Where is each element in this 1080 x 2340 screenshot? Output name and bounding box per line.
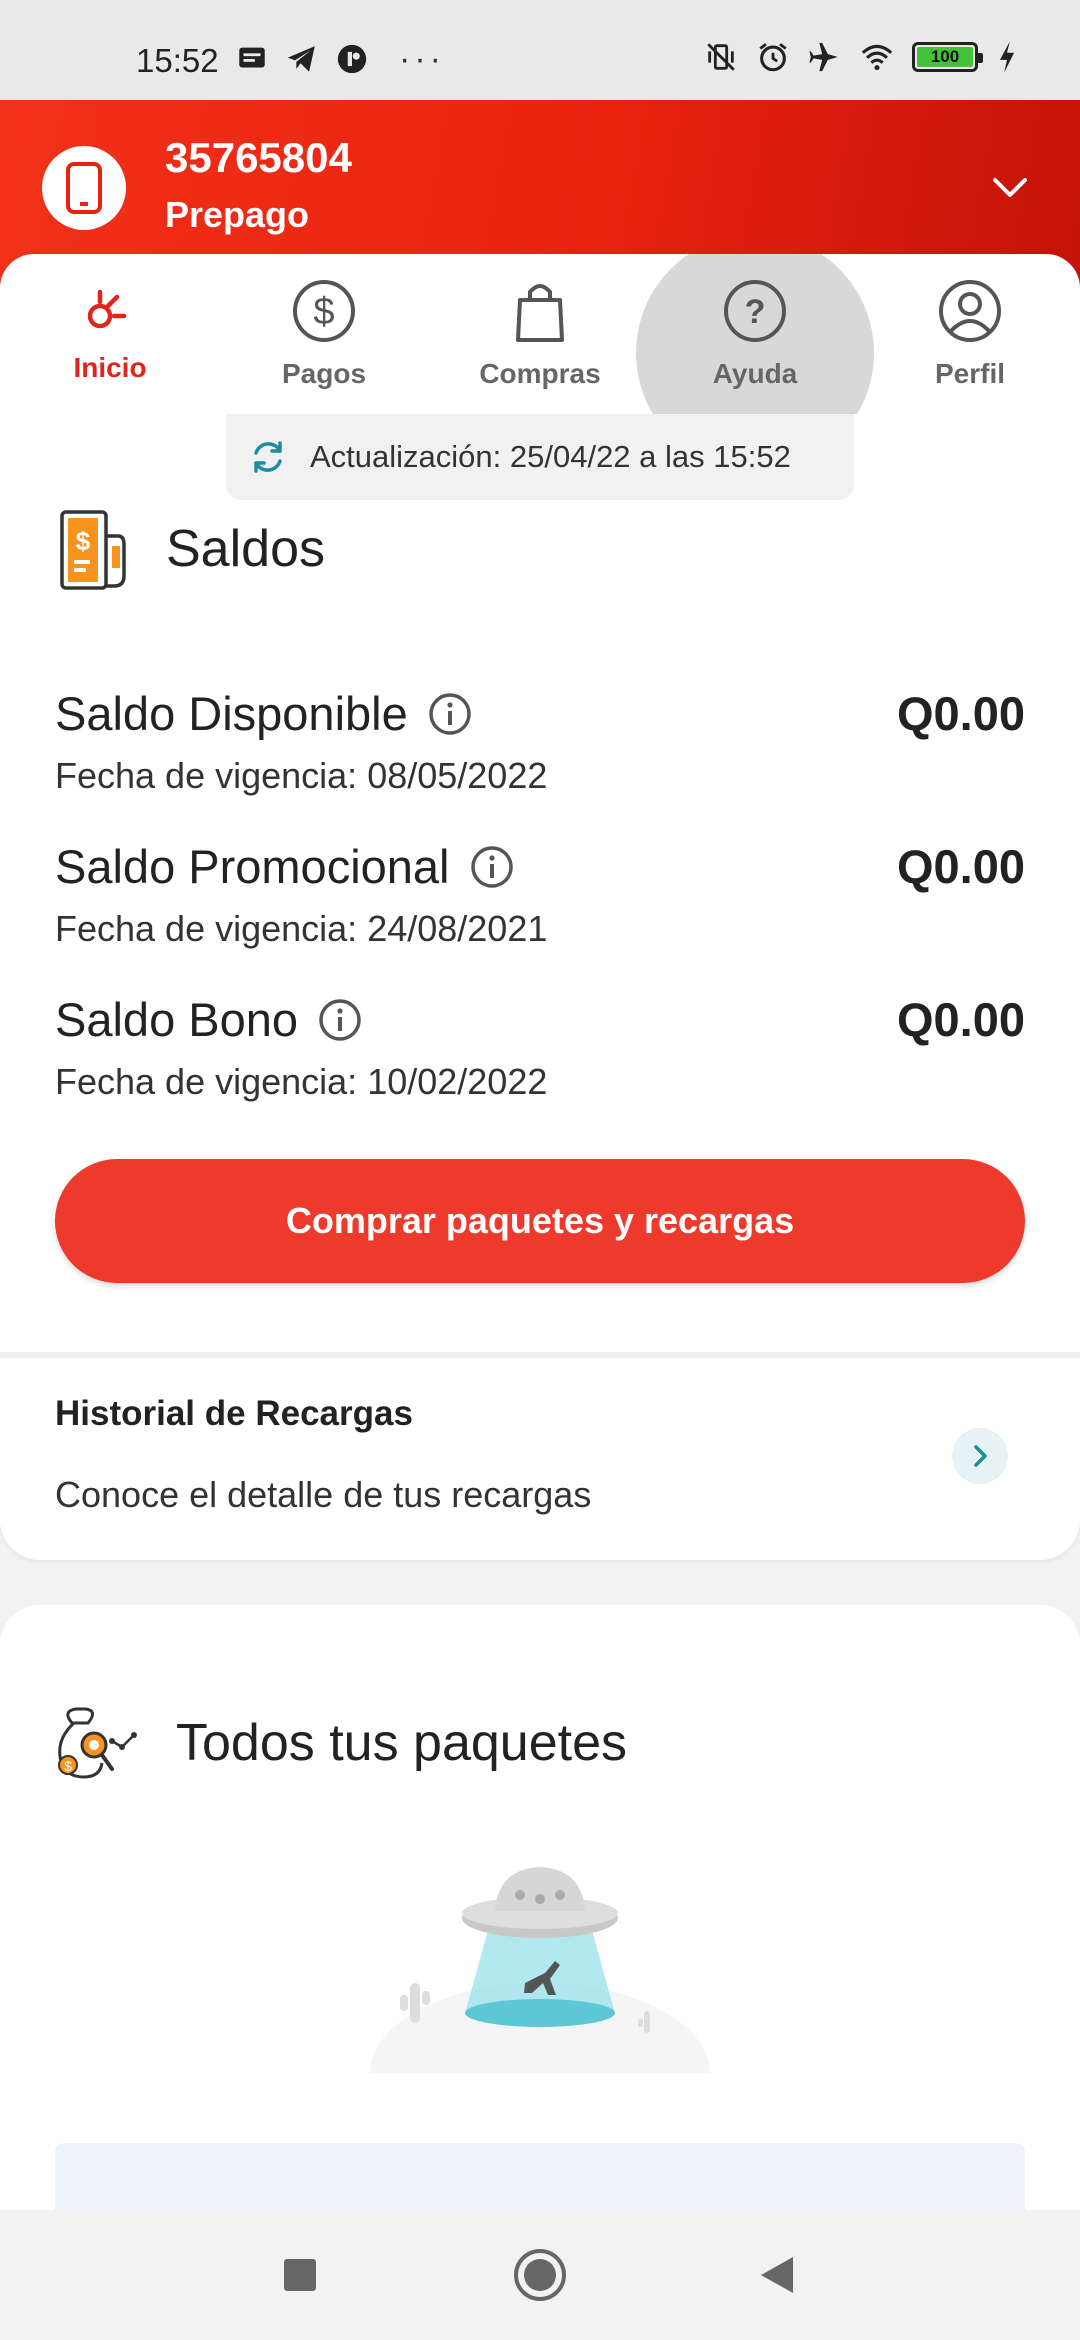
balance-expiry: Fecha de vigencia: 24/08/2021	[55, 908, 548, 949]
charging-icon	[999, 41, 1015, 73]
buy-packages-button[interactable]: Comprar paquetes y recargas	[55, 1159, 1025, 1283]
svg-text:?: ?	[745, 293, 766, 331]
info-icon[interactable]	[428, 692, 472, 736]
balance-name: Saldo Promocional	[55, 840, 450, 893]
tab-label: Compras	[479, 358, 601, 389]
tab-pagos[interactable]: $ Pagos	[216, 254, 432, 414]
app-icon	[337, 44, 367, 74]
svg-text:$: $	[76, 526, 91, 556]
mobile-phone-icon	[66, 162, 102, 214]
last-update-pill[interactable]: Actualización: 25/04/22 a las 15:52	[226, 414, 854, 500]
shopping-bag-icon	[516, 284, 564, 342]
battery-icon: 100	[912, 42, 983, 72]
phone-number: 35765804	[165, 134, 352, 181]
help-circle-icon: ?	[724, 280, 786, 342]
main-tab-bar: Inicio $ Pagos Compras ? Ayuda Perfil	[0, 254, 1080, 414]
battery-level: 100	[917, 47, 973, 67]
dollar-circle-icon: $	[293, 280, 355, 342]
section-divider	[0, 1352, 1080, 1358]
balance-name: Saldo Bono	[55, 993, 299, 1046]
tab-ayuda[interactable]: ? Ayuda	[647, 254, 863, 414]
back-button[interactable]	[742, 2240, 812, 2310]
chevron-down-icon[interactable]	[980, 158, 1040, 218]
wifi-icon	[861, 44, 893, 71]
saldos-heading: $ Saldos	[54, 506, 325, 592]
ufo-empty-state-illustration	[370, 1867, 710, 2073]
message-icon	[239, 47, 265, 68]
balance-name: Saldo Disponible	[55, 687, 408, 740]
circle-icon	[514, 2249, 566, 2301]
saldos-title: Saldos	[166, 520, 325, 578]
square-icon	[284, 2259, 316, 2291]
plan-type: Prepago	[165, 194, 310, 235]
balance-amount: Q0.00	[896, 993, 1025, 1046]
balance-row-promocional: Saldo Promocional Fecha de vigencia: 24/…	[55, 839, 1025, 950]
telegram-icon	[287, 46, 315, 72]
airplane-icon	[809, 42, 838, 72]
status-time: 15:52	[136, 42, 219, 79]
tab-compras[interactable]: Compras	[432, 254, 648, 414]
info-icon[interactable]	[470, 845, 514, 889]
tab-label: Perfil	[934, 358, 1006, 389]
svg-text:$: $	[64, 1758, 72, 1774]
tab-label: Pagos	[281, 358, 367, 389]
vibrate-off-icon	[707, 43, 735, 71]
home-analytics-icon	[87, 289, 127, 329]
balance-row-disponible: Saldo Disponible Fecha de vigencia: 08/0…	[55, 686, 1025, 797]
balance-row-bono: Saldo Bono Fecha de vigencia: 10/02/2022…	[55, 992, 1025, 1103]
money-bag-search-icon: $	[58, 1707, 137, 1779]
packages-title: Todos tus paquetes	[176, 1714, 627, 1772]
user-profile-icon	[939, 280, 1001, 342]
history-subtitle[interactable]: Conoce el detalle de tus recargas	[55, 1474, 591, 1516]
tab-label: Inicio	[73, 352, 147, 383]
packages-heading: $ Todos tus paquetes	[54, 1705, 627, 1781]
more-notifications-icon: ···	[399, 40, 445, 78]
status-bar: 15:52 ··· 100	[0, 0, 1080, 100]
recents-button[interactable]	[265, 2240, 335, 2310]
history-title[interactable]: Historial de Recargas	[55, 1394, 413, 1434]
system-nav-bar	[0, 2210, 1080, 2340]
refresh-icon	[254, 441, 282, 473]
balance-expiry: Fecha de vigencia: 10/02/2022	[55, 1061, 548, 1102]
tab-label: Ayuda	[712, 358, 798, 389]
home-button[interactable]	[505, 2240, 575, 2310]
update-text: Actualización: 25/04/22 a las 15:52	[310, 439, 791, 474]
balance-expiry: Fecha de vigencia: 08/05/2022	[55, 755, 548, 796]
status-icons-right: 100	[704, 40, 1018, 74]
phone-avatar	[42, 146, 126, 230]
balance-wallet-icon: $	[60, 510, 126, 590]
packages-card: $ Todos tus paquetes	[0, 1605, 1080, 2263]
status-icons-left: ···	[235, 42, 445, 76]
chevron-right-icon[interactable]	[952, 1428, 1008, 1484]
tab-inicio[interactable]: Inicio	[2, 254, 218, 414]
alarm-icon	[759, 43, 787, 72]
balance-amount: Q0.00	[896, 840, 1025, 893]
info-icon[interactable]	[318, 998, 362, 1042]
svg-text:$: $	[313, 291, 334, 333]
balance-amount: Q0.00	[896, 687, 1025, 740]
triangle-back-icon	[761, 2257, 793, 2293]
balances-card: Actualización: 25/04/22 a las 15:52 $ Sa…	[0, 414, 1080, 1560]
tab-perfil[interactable]: Perfil	[862, 254, 1078, 414]
